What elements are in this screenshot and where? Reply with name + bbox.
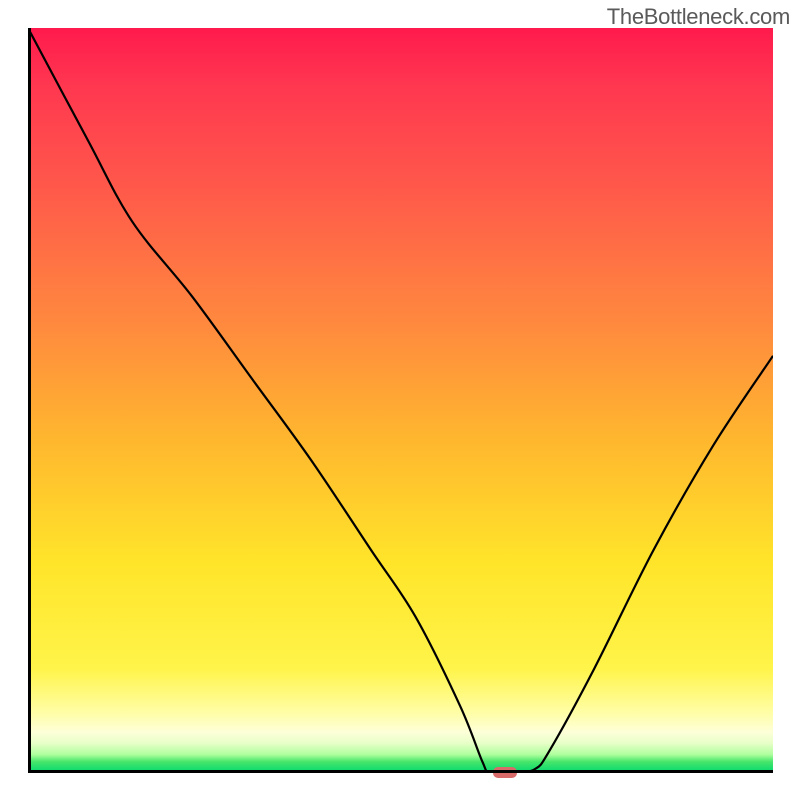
bottleneck-curve <box>28 28 773 773</box>
watermark-text: TheBottleneck.com <box>607 4 790 30</box>
optimal-marker <box>493 767 517 778</box>
chart-svg <box>28 28 773 773</box>
